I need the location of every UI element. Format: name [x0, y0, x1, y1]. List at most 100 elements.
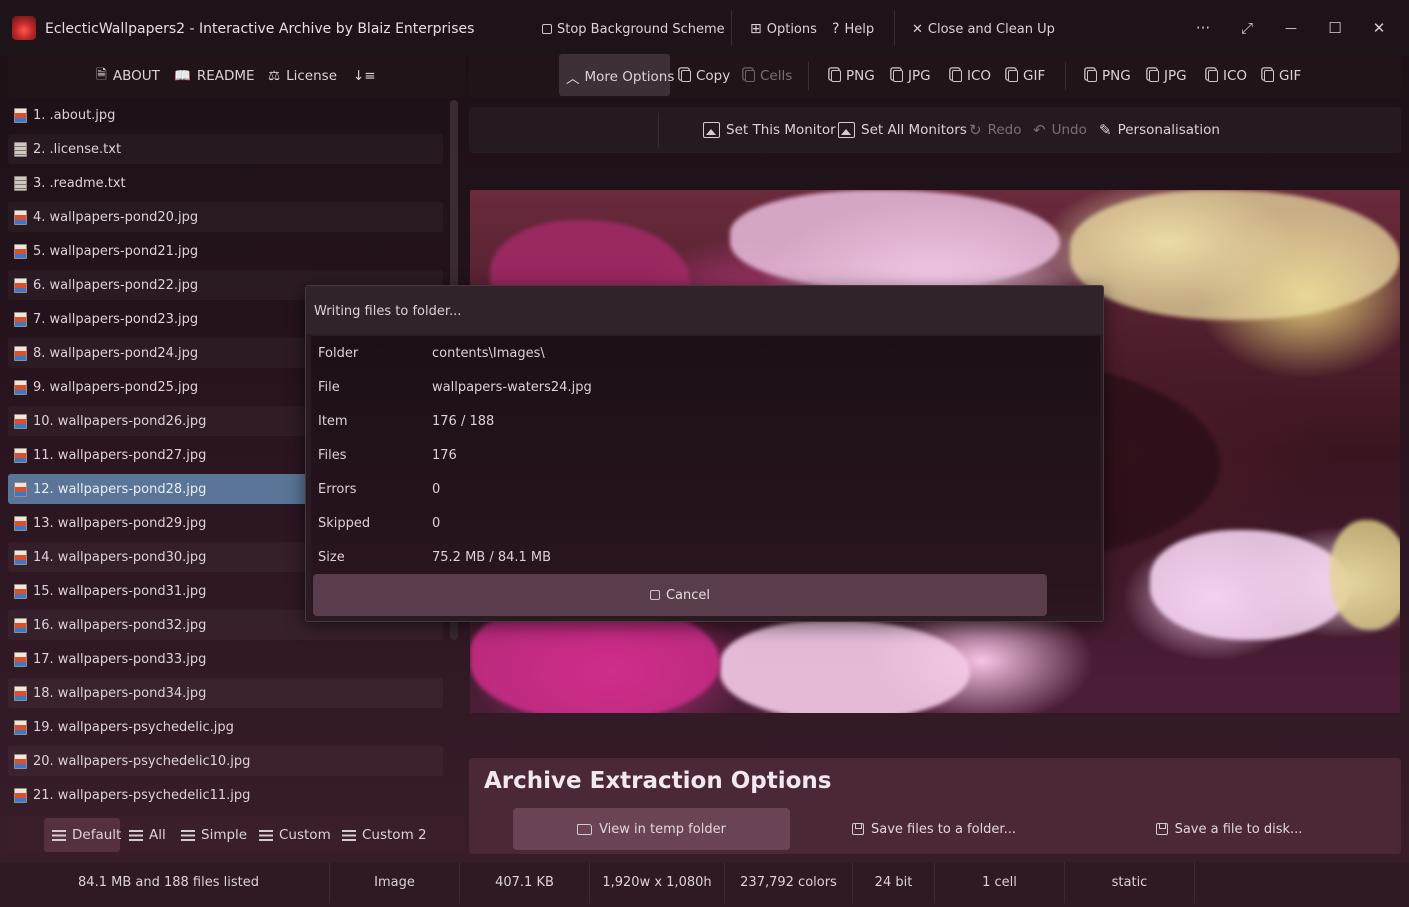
list-item[interactable]: 18. wallpapers-pond34.jpg [8, 678, 443, 708]
copy-png-button[interactable]: PNG [831, 66, 875, 86]
disk-icon [852, 823, 865, 835]
file-name: 17. wallpapers-pond33.jpg [33, 651, 207, 667]
dialog-row-label: Files [318, 447, 347, 463]
more-menu-icon[interactable]: ··· [1191, 16, 1215, 40]
scales-icon: ⚖ [268, 68, 281, 84]
license-button[interactable]: ⚖ License [268, 66, 337, 86]
file-name: 14. wallpapers-pond30.jpg [33, 549, 207, 565]
copy-icon [1208, 70, 1218, 82]
dialog-row-value: 75.2 MB / 84.1 MB [432, 549, 552, 565]
list-item[interactable]: 5. wallpapers-pond21.jpg [8, 236, 443, 266]
copy-ico-button[interactable]: ICO [952, 66, 991, 86]
document-icon: 🗎 [96, 66, 107, 83]
list-item[interactable]: 3. .readme.txt [8, 168, 443, 198]
list-item[interactable]: 19. wallpapers-psychedelic.jpg [8, 712, 443, 742]
about-button[interactable]: 🗎 ABOUT [96, 66, 160, 86]
copy-icon [1264, 70, 1274, 82]
question-icon: ? [832, 21, 840, 37]
folder-icon [577, 823, 593, 835]
help-button[interactable]: ? Help [832, 18, 874, 40]
dialog-row-label: Errors [318, 481, 357, 497]
divider [731, 10, 732, 46]
copy-button[interactable]: Copy [681, 66, 730, 86]
file-name: 21. wallpapers-psychedelic11.jpg [33, 787, 251, 803]
image-file-icon [14, 311, 27, 327]
set-all-monitors-button[interactable]: Set All Monitors [838, 120, 967, 140]
cancel-button[interactable]: Cancel [313, 574, 1047, 616]
view-custom2-button[interactable]: Custom 2 [342, 824, 427, 846]
close-and-clean-up-button[interactable]: ✕ Close and Clean Up [912, 18, 1055, 40]
book-icon: 📖 [174, 68, 191, 84]
stop-background-scheme-button[interactable]: Stop Background Scheme [542, 18, 725, 40]
image-file-icon [14, 685, 27, 701]
save-png-button[interactable]: PNG [1087, 66, 1131, 86]
image-file-icon [14, 345, 27, 361]
copy-jpg-button[interactable]: JPG [893, 66, 931, 86]
list-item[interactable]: 20. wallpapers-psychedelic10.jpg [8, 746, 443, 776]
dialog-row-value: wallpapers-waters24.jpg [432, 379, 592, 395]
list-item[interactable]: 1. .about.jpg [8, 100, 443, 130]
personalisation-button[interactable]: ✎ Personalisation [1099, 120, 1220, 140]
dialog-row-value: 176 / 188 [432, 413, 495, 429]
redo-button[interactable]: ↻ Redo [969, 120, 1022, 140]
divider [658, 113, 659, 147]
readme-button[interactable]: 📖 README [174, 66, 255, 86]
file-name: 16. wallpapers-pond32.jpg [33, 617, 207, 633]
image-file-icon [14, 413, 27, 429]
minimize-icon[interactable]: — [1279, 16, 1303, 40]
preview-texture [1070, 190, 1400, 320]
sort-button[interactable]: ↓≡ [353, 66, 376, 86]
image-file-icon [14, 651, 27, 667]
list-item[interactable]: 4. wallpapers-pond20.jpg [8, 202, 443, 232]
file-name: 10. wallpapers-pond26.jpg [33, 413, 207, 429]
view-custom-button[interactable]: Custom [259, 824, 331, 846]
list-item[interactable]: 21. wallpapers-psychedelic11.jpg [8, 780, 443, 810]
app-logo-icon [12, 16, 36, 40]
sort-icon: ↓≡ [353, 68, 376, 84]
view-simple-button[interactable]: Simple [181, 824, 247, 846]
close-icon[interactable]: ✕ [1367, 16, 1391, 40]
list-item[interactable]: 17. wallpapers-pond33.jpg [8, 644, 443, 674]
view-default-button[interactable]: Default [52, 824, 121, 846]
more-options-button[interactable]: ︿ More Options [566, 67, 674, 87]
copy-icon [1008, 70, 1018, 82]
image-file-icon [14, 481, 27, 497]
options-button[interactable]: ⊞ Options [750, 18, 817, 40]
dialog-row: Size 75.2 MB / 84.1 MB [318, 547, 551, 567]
undo-icon: ↶ [1033, 121, 1046, 139]
save-jpg-button[interactable]: JPG [1149, 66, 1187, 86]
save-file-to-disk-button[interactable]: Save a file to disk... [1089, 808, 1369, 850]
right-toolbar: ︿ More Options Copy Cells PNG JPG ICO GI… [469, 54, 1401, 98]
file-name: 19. wallpapers-psychedelic.jpg [33, 719, 234, 735]
view-all-button[interactable]: All [129, 824, 166, 846]
archive-title: Archive Extraction Options [484, 768, 832, 794]
cells-button[interactable]: Cells [745, 66, 792, 86]
divider [894, 10, 895, 46]
copy-gif-button[interactable]: GIF [1008, 66, 1045, 86]
copy-icon [1087, 70, 1097, 82]
save-files-to-folder-button[interactable]: Save files to a folder... [799, 808, 1069, 850]
dialog-row-label: Size [318, 549, 345, 565]
list-icon [129, 829, 143, 841]
dialog-row: Skipped 0 [318, 513, 440, 533]
save-gif-button[interactable]: GIF [1264, 66, 1301, 86]
image-file-icon [14, 447, 27, 463]
file-name: 9. wallpapers-pond25.jpg [33, 379, 199, 395]
save-ico-button[interactable]: ICO [1208, 66, 1247, 86]
fullscreen-icon[interactable]: ⤢ [1235, 16, 1259, 40]
set-this-monitor-button[interactable]: Set This Monitor [703, 120, 836, 140]
picture-icon [838, 122, 855, 138]
checkbox-icon [542, 24, 552, 34]
undo-button[interactable]: ↶ Undo [1033, 120, 1087, 140]
image-file-icon [14, 549, 27, 565]
dialog-row: Files 176 [318, 445, 457, 465]
dialog-row: Folder contents\Images\ [318, 343, 545, 363]
maximize-icon[interactable]: ☐ [1323, 16, 1347, 40]
status-mode: static [1065, 862, 1195, 903]
view-in-temp-folder-button[interactable]: View in temp folder [513, 808, 790, 850]
left-toolbar: 🗎 ABOUT 📖 README ⚖ License ↓≡ [8, 54, 465, 98]
list-item[interactable]: 2. .license.txt [8, 134, 443, 164]
text-file-icon [14, 175, 27, 191]
picture-icon [703, 122, 720, 138]
dialog-title: Writing files to folder... [306, 286, 1103, 334]
